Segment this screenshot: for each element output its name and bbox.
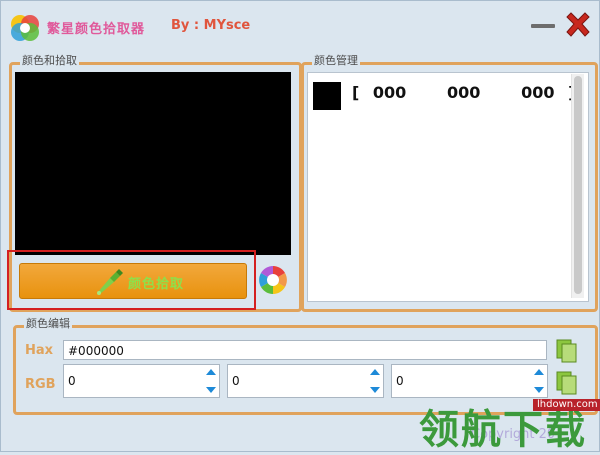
scrollbar-thumb[interactable] [574, 76, 582, 294]
blue-spinner-icon[interactable] [533, 366, 545, 396]
minimize-icon [531, 24, 555, 28]
green-value: 0 [232, 374, 240, 388]
color-list-scrollbar[interactable] [571, 74, 584, 298]
color-wheel-icon[interactable] [257, 264, 289, 296]
red-spinner-icon[interactable] [205, 366, 217, 396]
edit-group-label: 颜色编辑 [24, 317, 72, 331]
minimize-button[interactable] [529, 21, 557, 29]
close-icon[interactable] [563, 11, 593, 41]
app-title: 繁星颜色拾取器 [47, 22, 146, 37]
green-spinner-icon[interactable] [369, 366, 381, 396]
color-list[interactable] [307, 72, 589, 302]
watermark-site: lhdown.com [533, 399, 600, 411]
color-list-swatch[interactable] [313, 82, 341, 110]
app-author: By : MYsce [171, 18, 251, 33]
copy-hex-icon[interactable] [556, 339, 578, 363]
red-input[interactable]: 0 [63, 364, 220, 398]
picker-group-label: 颜色和拾取 [20, 54, 79, 68]
blue-input[interactable]: 0 [391, 364, 548, 398]
title-bar[interactable]: 繁星颜色拾取器 By : MYsce [1, 1, 599, 49]
green-input[interactable]: 0 [227, 364, 384, 398]
copy-rgb-icon[interactable] [556, 371, 578, 395]
app-logo-icon [11, 15, 39, 41]
app-window: 繁星颜色拾取器 By : MYsce 颜色和拾取 颜色拾取 颜色管理 [000… [0, 0, 600, 453]
red-value: 0 [68, 374, 76, 388]
manage-group-label: 颜色管理 [312, 54, 360, 68]
color-list-value[interactable]: [ 000 000 000 ] [352, 83, 575, 102]
pick-button-highlight [7, 250, 256, 310]
hex-label: Hax [25, 343, 54, 358]
hex-input[interactable]: #000000 [63, 340, 547, 360]
color-preview[interactable] [15, 72, 291, 255]
blue-value: 0 [396, 374, 404, 388]
rgb-label: RGB [25, 377, 56, 392]
